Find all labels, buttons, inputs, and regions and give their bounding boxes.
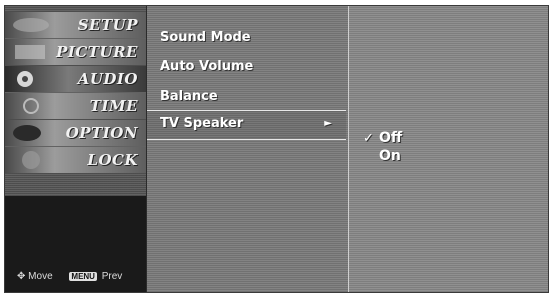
menu-item-label: TV Speaker (160, 116, 244, 131)
tab-label: SETUP (77, 16, 138, 34)
tab-setup[interactable]: SETUP (5, 12, 146, 38)
menu-item-balance[interactable]: Balance (147, 83, 346, 111)
tab-audio[interactable]: AUDIO (5, 66, 146, 92)
tab-lock[interactable]: LOCK (5, 147, 146, 173)
osd-screen: SETUP PICTURE AUDIO TIME OPTION LOCK ✥ M… (4, 5, 549, 293)
menu-item-auto-volume[interactable]: Auto Volume (147, 53, 346, 81)
option-label: Off (379, 130, 403, 146)
option-on[interactable]: On (363, 148, 401, 164)
menu-item-label: Auto Volume (160, 59, 254, 74)
navigation-hint: ✥ Move MENU Prev (17, 271, 122, 282)
option-icon (13, 125, 41, 141)
tab-label: AUDIO (77, 70, 138, 88)
lock-icon (22, 151, 40, 169)
tab-picture[interactable]: PICTURE (5, 39, 146, 65)
tab-label: TIME (89, 97, 138, 115)
check-icon: ✓ (363, 131, 374, 146)
option-off[interactable]: ✓ Off (363, 130, 402, 146)
setup-icon (13, 18, 49, 32)
tab-label: LOCK (87, 151, 138, 169)
tab-label: PICTURE (56, 43, 138, 61)
arrow-right-icon: ► (324, 118, 332, 129)
move-arrows-icon: ✥ (17, 271, 26, 282)
move-label: Move (28, 271, 53, 282)
category-tabs: SETUP PICTURE AUDIO TIME OPTION LOCK ✥ M… (5, 6, 147, 292)
hint-area: ✥ Move MENU Prev (5, 196, 146, 292)
menu-item-label: Balance (160, 89, 218, 104)
menu-item-sound-mode[interactable]: Sound Mode (147, 24, 346, 52)
tab-time[interactable]: TIME (5, 93, 146, 119)
audio-icon (17, 71, 33, 87)
picture-icon (15, 45, 45, 59)
tab-option[interactable]: OPTION (5, 120, 146, 146)
menu-item-tv-speaker[interactable]: TV Speaker ► (147, 110, 346, 140)
audio-menu: Sound Mode Auto Volume Balance TV Speake… (147, 6, 346, 292)
tv-speaker-options: ✓ Off On (348, 6, 548, 292)
tab-label: OPTION (65, 124, 138, 142)
time-icon (23, 98, 39, 114)
prev-label: Prev (101, 271, 123, 282)
menu-key-icon: MENU (69, 272, 97, 281)
menu-item-label: Sound Mode (160, 30, 251, 45)
option-label: On (379, 148, 401, 164)
